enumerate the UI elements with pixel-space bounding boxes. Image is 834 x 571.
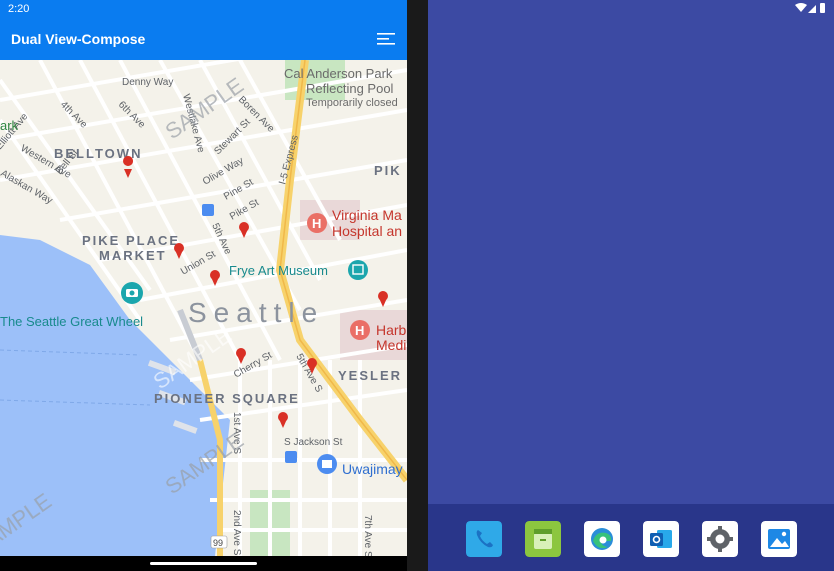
place-label: Virginia Ma [332,207,402,223]
bus-stop-icon[interactable] [285,451,297,463]
edge-icon[interactable] [584,521,620,557]
place-label: The Seattle Great Wheel [0,314,143,329]
outlook-icon[interactable] [643,521,679,557]
signal-icon [808,5,816,13]
map-pin-icon[interactable] [278,412,288,428]
place-label: ark [0,118,19,133]
screen-hinge [407,0,428,571]
place-label: Frye Art Museum [229,263,328,278]
store-icon[interactable] [525,521,561,557]
wifi-icon [795,3,807,12]
map-neighborhood-label: YESLER [338,368,402,383]
gallery-icon[interactable] [761,521,797,557]
map-pin-icon[interactable] [174,243,184,259]
app-bar: Dual View-Compose [0,18,407,60]
map-view[interactable]: Denny Way 4th Ave 6th Ave Westlake Ave B… [0,60,407,556]
svg-text:H: H [355,323,364,338]
map-pin-icon[interactable] [236,348,246,364]
map-street-label: 7th Ave S [362,515,373,556]
home-gesture-handle[interactable] [150,562,257,565]
phone-icon[interactable] [466,521,502,557]
status-icons [795,3,825,13]
bus-stop-icon[interactable] [202,204,214,216]
place-label: Uwajimay [342,461,403,477]
svg-text:H: H [312,216,321,231]
map-pin-icon[interactable] [123,156,134,178]
nav-bar [0,556,407,571]
map-street-label: 2nd Ave S [231,510,242,556]
settings-icon[interactable] [702,521,738,557]
menu-icon[interactable] [375,30,397,48]
map-street-label: Denny Way [122,77,173,88]
map-city-label: Seattle [188,297,324,328]
map-neighborhood-label: PIK [374,163,402,178]
museum-icon[interactable] [348,260,368,280]
home-screen [428,0,834,571]
place-label: Reflecting Pool [306,81,394,96]
map-neighborhood-label: PIONEER SQUARE [154,391,300,406]
left-pane: 2:20 Dual View-Compose Denny Way 4th Ave… [0,0,407,571]
status-time: 2:20 [8,3,30,15]
app-title: Dual View-Compose [11,31,146,47]
place-label: Temporarily closed [306,97,398,109]
route-shield-label: 99 [213,538,223,548]
map-neighborhood-label: PIKE PLACE [82,233,180,248]
place-label: Cal Anderson Park [284,66,393,81]
map-street-label: S Jackson St [284,437,343,448]
app-dock [428,504,834,571]
map-neighborhood-label: MARKET [99,248,167,263]
place-label: Hospital an [332,223,402,239]
map-street-label: Pike St [228,197,261,222]
battery-icon [820,3,825,13]
place-label: Medi [376,337,406,353]
status-bar: 2:20 [0,0,407,18]
place-label: Harb [376,322,407,338]
